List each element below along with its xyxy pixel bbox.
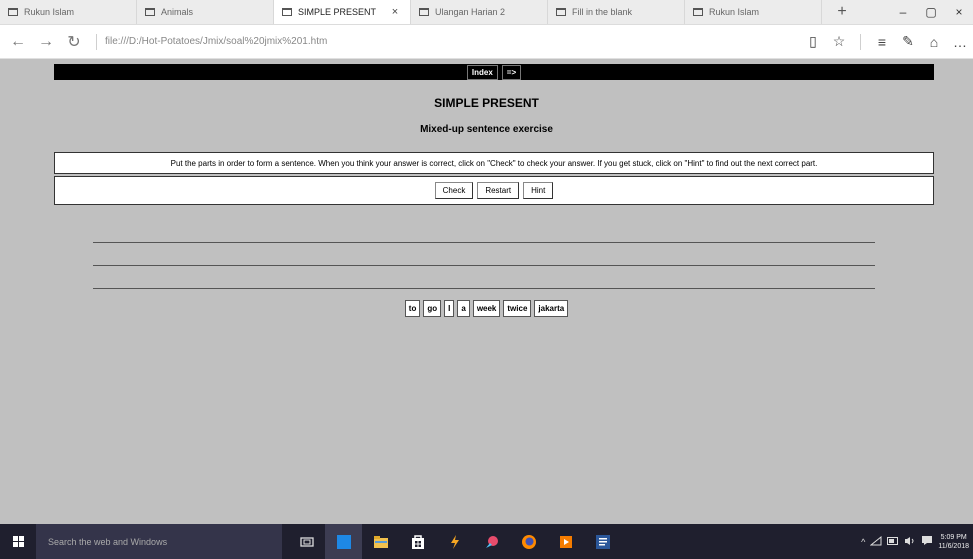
tab-label: Ulangan Harian 2: [435, 7, 506, 17]
answer-line: [93, 242, 875, 243]
restart-button[interactable]: Restart: [477, 182, 520, 199]
word-tile[interactable]: go: [423, 300, 442, 317]
favorites-star-icon[interactable]: ☆: [826, 33, 852, 50]
more-icon[interactable]: …: [947, 34, 973, 50]
close-tab-icon[interactable]: ×: [388, 6, 402, 18]
tab-rukun-islam-1[interactable]: Rukun Islam: [0, 0, 137, 24]
windows-logo-icon: [12, 536, 24, 547]
page-content: Index => SIMPLE PRESENT Mixed-up sentenc…: [0, 60, 973, 524]
clock-date: 11/6/2018: [938, 542, 969, 550]
minimize-icon[interactable]: –: [889, 5, 917, 19]
tab-page-icon: [282, 8, 292, 16]
show-hidden-icons-icon[interactable]: ^: [861, 537, 865, 547]
hub-icon[interactable]: ≡: [869, 34, 895, 50]
button-box: Check Restart Hint: [54, 176, 934, 205]
hint-button[interactable]: Hint: [523, 182, 554, 199]
instructions-text: Put the parts in order to form a sentenc…: [170, 158, 818, 168]
word-tile[interactable]: week: [472, 300, 501, 317]
tab-animals[interactable]: Animals: [137, 0, 274, 24]
tab-page-icon: [556, 8, 566, 16]
word-tile[interactable]: twice: [503, 300, 532, 317]
word-icon[interactable]: [584, 524, 621, 559]
index-link[interactable]: Index: [466, 64, 498, 80]
word-tile[interactable]: jakarta: [534, 300, 569, 317]
tab-label: Fill in the blank: [572, 7, 633, 17]
forward-icon[interactable]: →: [32, 33, 60, 51]
divider: [96, 33, 97, 50]
answer-line: [93, 265, 875, 266]
new-tab-button[interactable]: +: [822, 0, 862, 24]
tab-page-icon: [419, 8, 429, 16]
instructions-box: Put the parts in order to form a sentenc…: [54, 152, 934, 174]
tab-label: Rukun Islam: [24, 7, 75, 17]
page-subtitle: Mixed-up sentence exercise: [420, 124, 553, 135]
back-icon[interactable]: ←: [4, 33, 32, 51]
app-icon[interactable]: [473, 524, 510, 559]
tab-label: Rukun Islam: [709, 7, 760, 17]
tab-simple-present[interactable]: SIMPLE PRESENT ×: [274, 0, 411, 24]
word-tile[interactable]: I: [444, 300, 455, 317]
divider: [860, 33, 861, 50]
task-view-icon[interactable]: [288, 524, 325, 559]
clock-time: 5:09 PM: [940, 533, 967, 541]
check-button[interactable]: Check: [434, 182, 474, 199]
nav-strip: Index =>: [54, 64, 934, 80]
store-icon[interactable]: [399, 524, 436, 559]
taskbar-icons: [288, 524, 621, 559]
next-link[interactable]: =>: [501, 64, 522, 80]
tab-rukun-islam-2[interactable]: Rukun Islam: [685, 0, 822, 24]
tab-label: SIMPLE PRESENT: [298, 7, 377, 17]
toolbar-icons: ▯ ☆ ≡ ✎ ⌂ …: [800, 33, 973, 50]
tab-ulangan-harian[interactable]: Ulangan Harian 2: [411, 0, 548, 24]
tab-page-icon: [145, 8, 155, 16]
start-button[interactable]: [0, 524, 36, 559]
clock[interactable]: 5:09 PM 11/6/2018: [938, 533, 969, 551]
network-icon[interactable]: [869, 535, 882, 548]
tab-bar: Rukun Islam Animals SIMPLE PRESENT × Ula…: [0, 0, 973, 25]
tab-label: Animals: [161, 7, 194, 17]
word-tile[interactable]: to: [404, 300, 421, 317]
window-controls: – ▢ ×: [889, 0, 973, 24]
tab-page-icon: [693, 8, 703, 16]
web-note-icon[interactable]: ✎: [895, 33, 921, 50]
file-explorer-icon[interactable]: [362, 524, 399, 559]
volume-icon[interactable]: [904, 536, 916, 548]
taskbar-search-box[interactable]: Search the web and Windows: [36, 524, 282, 559]
reading-view-icon[interactable]: ▯: [800, 33, 826, 50]
tab-page-icon: [8, 8, 18, 16]
media-player-icon[interactable]: [547, 524, 584, 559]
address-bar: ← → ↻ file:///D:/Hot-Potatoes/Jmix/soal%…: [0, 25, 973, 59]
share-icon[interactable]: ⌂: [921, 34, 947, 50]
battery-icon[interactable]: [887, 536, 899, 547]
refresh-icon[interactable]: ↻: [60, 32, 88, 52]
notification-icon[interactable]: [921, 535, 933, 548]
firefox-icon[interactable]: [510, 524, 547, 559]
page-title: SIMPLE PRESENT: [434, 96, 539, 110]
tab-fill-in-blank[interactable]: Fill in the blank: [548, 0, 685, 24]
edge-icon[interactable]: [325, 524, 362, 559]
word-tile[interactable]: a: [457, 300, 470, 317]
word-bank: to go I a week twice jakarta: [0, 300, 973, 317]
taskbar: Search the web and Windows ^ 5:09 PM 11/…: [0, 524, 973, 559]
url-field[interactable]: file:///D:/Hot-Potatoes/Jmix/soal%20jmix…: [105, 36, 745, 47]
answer-line: [93, 288, 875, 289]
close-window-icon[interactable]: ×: [945, 5, 973, 19]
winamp-icon[interactable]: [436, 524, 473, 559]
maximize-icon[interactable]: ▢: [917, 5, 945, 19]
system-tray: ^ 5:09 PM 11/6/2018: [861, 533, 973, 551]
